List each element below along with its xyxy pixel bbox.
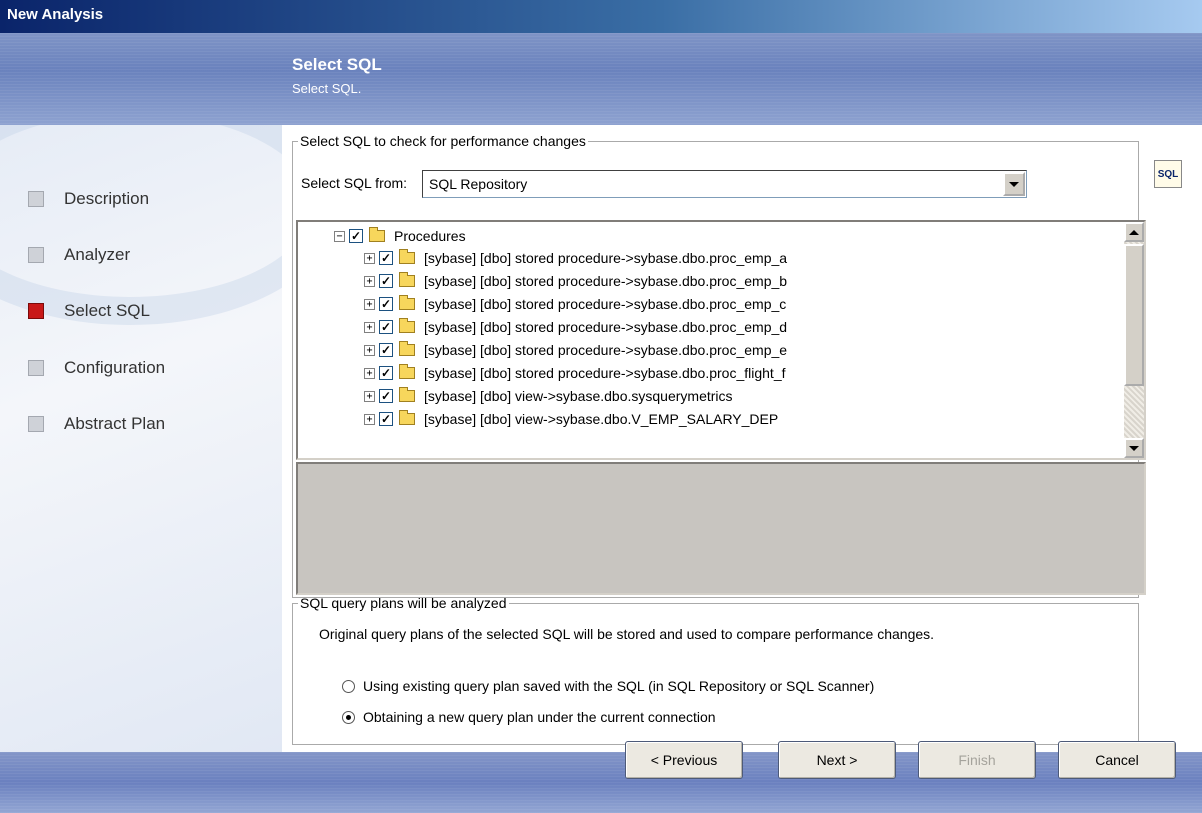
folder-icon — [399, 295, 415, 310]
tree-checkbox[interactable]: ✓ — [379, 366, 393, 380]
tree-checkbox[interactable]: ✓ — [379, 412, 393, 426]
scroll-up-button[interactable] — [1124, 222, 1144, 242]
step-item-select-sql: Select SQL — [28, 301, 150, 321]
expand-icon[interactable]: + — [364, 390, 375, 402]
tree-node-label: [sybase] [dbo] view->sybase.dbo.sysquery… — [424, 388, 733, 404]
folder-icon — [399, 387, 415, 402]
folder-icon — [399, 318, 415, 333]
step-label: Abstract Plan — [64, 414, 166, 433]
folder-icon — [399, 410, 415, 425]
step-label: Description — [64, 189, 150, 208]
tree-checkbox[interactable]: ✓ — [379, 343, 393, 357]
cancel-button[interactable]: Cancel — [1058, 741, 1176, 779]
step-item-description: Description — [28, 189, 149, 209]
expand-icon[interactable]: + — [364, 413, 375, 425]
tree-node-label: [sybase] [dbo] stored procedure->sybase.… — [424, 365, 786, 381]
chevron-down-icon — [1129, 445, 1139, 451]
chevron-up-icon — [1129, 229, 1139, 235]
folder-icon — [369, 227, 385, 242]
step-indicator-active-icon — [28, 303, 44, 319]
step-item-analyzer: Analyzer — [28, 245, 130, 265]
tree-node-label: [sybase] [dbo] view->sybase.dbo.V_EMP_SA… — [424, 411, 779, 427]
tree-node-label: [sybase] [dbo] stored procedure->sybase.… — [424, 342, 788, 358]
radio-label: Using existing query plan saved with the… — [363, 678, 875, 694]
step-label: Analyzer — [64, 245, 131, 264]
tree-node[interactable]: + ✓ [sybase] [dbo] stored procedure->syb… — [364, 362, 786, 384]
step-title: Select SQL — [292, 55, 382, 74]
chevron-down-icon — [1009, 181, 1019, 187]
tree-checkbox[interactable]: ✓ — [379, 251, 393, 265]
tree-node[interactable]: + ✓ [sybase] [dbo] stored procedure->syb… — [364, 270, 787, 292]
wizard-content: Select SQL to check for performance chan… — [282, 125, 1202, 752]
wizard-header: Select SQL Select SQL. — [0, 33, 1202, 125]
sql-source-value: SQL Repository — [429, 176, 528, 192]
query-plans-legend: SQL query plans will be analyzed — [300, 595, 507, 611]
step-item-configuration: Configuration — [28, 358, 165, 378]
tree-node-procedures[interactable]: − ✓ Procedures — [334, 225, 466, 247]
tree-checkbox[interactable]: ✓ — [379, 320, 393, 334]
sql-source-select[interactable]: SQL Repository — [422, 170, 1027, 198]
tree-node[interactable]: + ✓ [sybase] [dbo] stored procedure->syb… — [364, 316, 787, 338]
sql-icon[interactable]: SQL — [1154, 160, 1182, 188]
folder-icon — [399, 272, 415, 287]
folder-icon — [399, 364, 415, 379]
expand-icon[interactable]: + — [364, 321, 375, 333]
wizard-steps-sidebar: Description Analyzer Select SQL Configur… — [0, 125, 282, 752]
tree-node[interactable]: + ✓ [sybase] [dbo] stored procedure->syb… — [364, 293, 786, 315]
tree-checkbox[interactable]: ✓ — [349, 229, 363, 243]
folder-icon — [399, 341, 415, 356]
tree-checkbox[interactable]: ✓ — [379, 297, 393, 311]
radio-button-selected[interactable] — [342, 710, 355, 724]
select-sql-legend: Select SQL to check for performance chan… — [300, 133, 586, 149]
collapse-icon[interactable]: − — [334, 230, 345, 242]
scroll-down-button[interactable] — [1124, 438, 1144, 458]
sql-detail-pane — [296, 462, 1146, 595]
sidebar-decoration — [0, 125, 282, 325]
finish-button[interactable]: Finish — [918, 741, 1036, 779]
select-sql-from-label: Select SQL from: — [301, 175, 408, 191]
dropdown-button[interactable] — [1003, 172, 1025, 196]
step-subtitle: Select SQL. — [292, 81, 362, 96]
tree-checkbox[interactable]: ✓ — [379, 389, 393, 403]
expand-icon[interactable]: + — [364, 275, 375, 287]
step-label: Configuration — [64, 358, 166, 377]
scrollbar-thumb[interactable] — [1124, 244, 1144, 386]
radio-button[interactable] — [342, 679, 355, 693]
radio-existing-plan[interactable]: Using existing query plan saved with the… — [342, 678, 874, 694]
tree-node-label: [sybase] [dbo] stored procedure->sybase.… — [424, 273, 788, 289]
window-title-bar: New Analysis — [0, 0, 1202, 33]
tree-checkbox[interactable]: ✓ — [379, 274, 393, 288]
folder-icon — [399, 249, 415, 264]
next-button[interactable]: Next > — [778, 741, 896, 779]
tree-vertical-scrollbar[interactable] — [1124, 222, 1144, 458]
window-title: New Analysis — [7, 6, 104, 23]
tree-node[interactable]: + ✓ [sybase] [dbo] view->sybase.dbo.V_EM… — [364, 408, 778, 430]
step-item-abstract-plan: Abstract Plan — [28, 414, 165, 434]
tree-node-label: [sybase] [dbo] stored procedure->sybase.… — [424, 296, 787, 312]
step-indicator-icon — [28, 416, 44, 432]
step-label: Select SQL — [64, 301, 150, 320]
tree-node[interactable]: + ✓ [sybase] [dbo] view->sybase.dbo.sysq… — [364, 385, 733, 407]
previous-button[interactable]: < Previous — [625, 741, 743, 779]
tree-node-label: [sybase] [dbo] stored procedure->sybase.… — [424, 250, 788, 266]
query-plans-description: Original query plans of the selected SQL… — [319, 626, 935, 642]
step-indicator-icon — [28, 360, 44, 376]
sql-tree[interactable]: − ✓ Procedures + ✓ [sybase] [dbo] stored… — [296, 220, 1146, 460]
tree-node[interactable]: + ✓ [sybase] [dbo] stored procedure->syb… — [364, 247, 787, 269]
tree-node-label: [sybase] [dbo] stored procedure->sybase.… — [424, 319, 788, 335]
radio-new-plan[interactable]: Obtaining a new query plan under the cur… — [342, 709, 716, 725]
expand-icon[interactable]: + — [364, 344, 375, 356]
header-texture — [0, 33, 1202, 125]
step-indicator-icon — [28, 191, 44, 207]
expand-icon[interactable]: + — [364, 298, 375, 310]
step-indicator-icon — [28, 247, 44, 263]
expand-icon[interactable]: + — [364, 367, 375, 379]
tree-node-label: Procedures — [394, 228, 466, 244]
tree-node[interactable]: + ✓ [sybase] [dbo] stored procedure->syb… — [364, 339, 787, 361]
radio-label: Obtaining a new query plan under the cur… — [363, 709, 716, 725]
expand-icon[interactable]: + — [364, 252, 375, 264]
